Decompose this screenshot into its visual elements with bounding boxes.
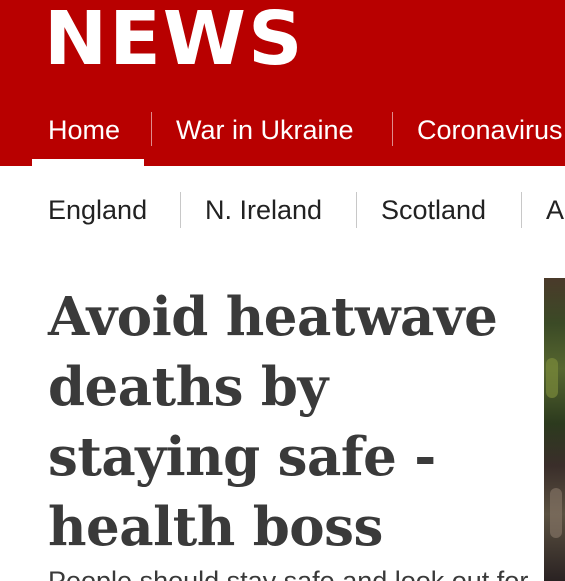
news-logo[interactable]: NEWS [44, 2, 305, 76]
subnav-item-scotland[interactable]: Scotland [381, 190, 486, 230]
article-image [544, 278, 565, 581]
sub-nav: England N. Ireland Scotland A [0, 166, 565, 252]
nav-divider [392, 112, 393, 146]
nav-item-war-in-ukraine[interactable]: War in Ukraine [176, 110, 354, 166]
headline-line: deaths by [48, 356, 328, 418]
subnav-item-n-ireland[interactable]: N. Ireland [205, 190, 322, 230]
subnav-divider [521, 192, 522, 228]
subnav-item-partial[interactable]: A [546, 190, 564, 230]
headline-line: staying safe - [48, 426, 436, 488]
main-nav: Home War in Ukraine Coronavirus [0, 110, 565, 166]
image-detail [546, 358, 558, 398]
nav-divider [151, 112, 152, 146]
subnav-divider [356, 192, 357, 228]
article-summary: People should stay safe and look out for [48, 566, 528, 581]
headline-line: Avoid heatwave [48, 286, 498, 348]
nav-item-coronavirus[interactable]: Coronavirus [417, 110, 563, 166]
nav-item-home[interactable]: Home [31, 110, 145, 166]
news-page: NEWS Home War in Ukraine Coronavirus Eng… [0, 0, 565, 581]
headline-line: health boss [48, 496, 383, 558]
subnav-item-england[interactable]: England [48, 190, 147, 230]
article-headline: Avoid heatwave deaths by staying safe - … [48, 282, 508, 562]
image-detail [550, 488, 562, 538]
subnav-divider [180, 192, 181, 228]
masthead: NEWS Home War in Ukraine Coronavirus [0, 0, 565, 166]
